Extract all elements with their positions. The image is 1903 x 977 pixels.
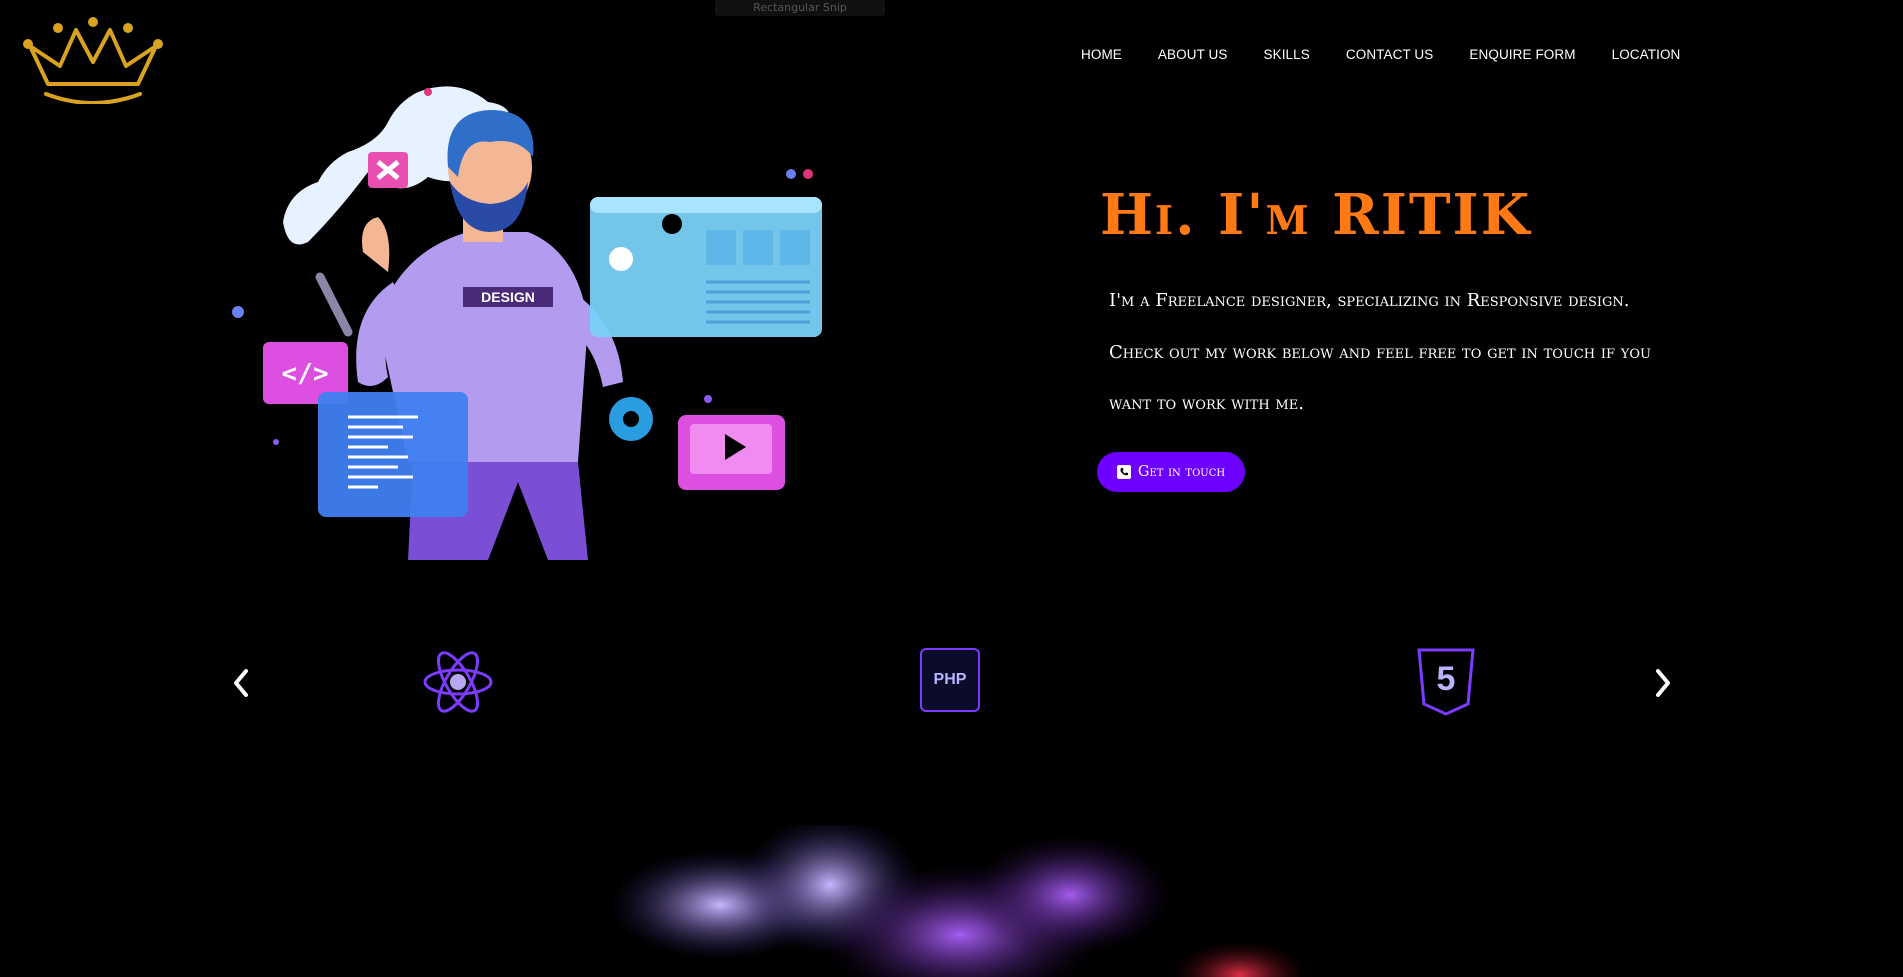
nav-about-us[interactable]: ABOUT US xyxy=(1158,47,1228,62)
nav-location[interactable]: LOCATION xyxy=(1612,47,1681,62)
hero-intro: I'm a Freelance designer, specializing i… xyxy=(1109,275,1709,430)
hero-title: Hi. I'm RITIK xyxy=(1100,182,1532,248)
php-label: PHP xyxy=(933,671,967,688)
intro-line-2: Check out my work below and feel free to… xyxy=(1109,341,1651,363)
snip-label: Rectangular Snip xyxy=(753,1,847,14)
php-icon: PHP xyxy=(920,648,980,712)
crown-logo[interactable] xyxy=(18,14,168,104)
illustration-shirt-text: DESIGN xyxy=(481,289,535,305)
nav-contact-us[interactable]: CONTACT US xyxy=(1346,47,1434,62)
html5-icon: 5 xyxy=(1417,648,1475,716)
hero-illustration: DESIGN </> xyxy=(232,86,822,560)
snip-toolbar: Rectangular Snip xyxy=(715,0,885,16)
intro-line-1: I'm a Freelance designer, specializing i… xyxy=(1109,290,1630,311)
cta-label: Get in touch xyxy=(1137,464,1226,480)
nav-enquire-form[interactable]: ENQUIRE FORM xyxy=(1469,47,1575,62)
carousel-prev-arrow[interactable] xyxy=(228,665,254,701)
react-icon xyxy=(423,651,493,713)
intro-line-3: want to work with me. xyxy=(1109,393,1304,414)
smoke-graphic xyxy=(610,825,1300,977)
svg-text:</>: </> xyxy=(282,359,329,389)
carousel-next-arrow[interactable] xyxy=(1650,665,1676,701)
phone-icon xyxy=(1116,465,1131,479)
nav-skills[interactable]: SKILLS xyxy=(1263,47,1309,62)
nav-home[interactable]: HOME xyxy=(1081,47,1122,62)
main-nav: HOME ABOUT US SKILLS CONTACT US ENQUIRE … xyxy=(1081,47,1680,62)
html5-label: 5 xyxy=(1437,660,1456,698)
get-in-touch-button[interactable]: Get in touch xyxy=(1097,452,1245,492)
